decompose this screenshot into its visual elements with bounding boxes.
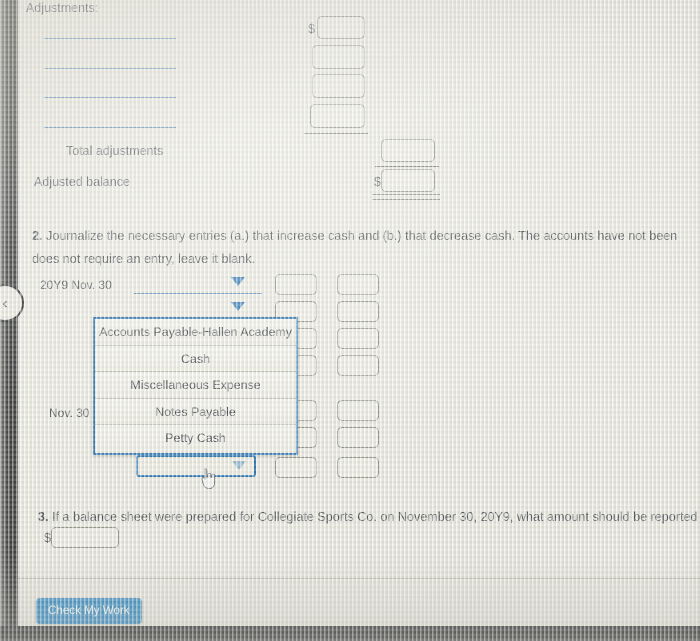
adjustment-select-line-3[interactable] (44, 97, 176, 98)
adjustment-select-line-1[interactable] (44, 38, 176, 39)
adjustment-select-line-4[interactable] (44, 127, 176, 128)
journal-credit-input-2[interactable] (337, 301, 379, 322)
adjusted-balance-currency-symbol: $ (374, 175, 381, 189)
question2-text: Journalize the necessary entries (a.) th… (46, 229, 678, 243)
journal-row1-account-select[interactable] (134, 293, 262, 294)
journal-credit-input-1[interactable] (337, 274, 379, 295)
adjustment-amount-input-3[interactable] (312, 74, 365, 98)
account-dropdown-list[interactable]: Accounts Payable-Hallen Academy Cash Mis… (93, 317, 298, 455)
chevron-left-icon: ‹ (2, 294, 8, 312)
chevron-down-icon[interactable] (231, 277, 245, 286)
journal-debit-input-7[interactable] (275, 457, 317, 478)
journal-credit-input-6[interactable] (337, 427, 379, 448)
dropdown-option[interactable]: Accounts Payable-Hallen Academy (95, 319, 296, 346)
dropdown-option[interactable]: Miscellaneous Expense (95, 372, 296, 399)
chevron-down-icon[interactable] (231, 302, 245, 311)
question3-text: If a balance sheet were prepared for Col… (52, 510, 698, 524)
footer-divider (0, 578, 700, 579)
question2-text-line2: does not require an entry, leave it blan… (32, 252, 256, 266)
dropdown-option[interactable]: Petty Cash (95, 425, 296, 452)
journal-row1-date: 20Y9 Nov. 30 (40, 278, 112, 292)
journal-credit-input-7[interactable] (337, 457, 379, 478)
journal-credit-input-4[interactable] (337, 355, 379, 376)
adjustment-select-line-2[interactable] (44, 68, 176, 69)
question2-number: 2. (32, 229, 43, 243)
dropdown-option[interactable]: Notes Payable (95, 398, 296, 426)
adjustment-amount-input-2[interactable] (312, 45, 365, 69)
adjusted-balance-double-rule (372, 194, 440, 200)
total-adjustments-label: Total adjustments (66, 144, 164, 158)
journal-credit-input-3[interactable] (337, 328, 379, 349)
question3-currency-symbol: $ (44, 531, 51, 545)
dropdown-option[interactable]: Cash (95, 345, 296, 373)
journal-row2-account-select[interactable] (136, 455, 256, 477)
adjustment-amount-input-4[interactable] (310, 104, 365, 128)
journal-debit-input-1[interactable] (275, 274, 317, 295)
journal-row2-date: Nov. 30 (49, 406, 90, 420)
adjustments-heading: Adjustments: (26, 1, 99, 15)
check-my-work-button[interactable]: Check My Work (36, 598, 142, 624)
adjustments-subtotal-rule (304, 133, 368, 134)
adjustments-currency-symbol: $ (308, 22, 315, 36)
question3-answer-input[interactable] (51, 527, 119, 548)
total-adjustments-input[interactable] (381, 139, 435, 162)
screenshot-root: Adjustments: Total adjustments Adjusted … (0, 0, 700, 641)
journal-credit-input-5[interactable] (337, 400, 379, 421)
adjustment-amount-input-1[interactable] (317, 16, 365, 39)
question3-number: 3. (38, 510, 49, 524)
adjusted-balance-label: Adjusted balance (34, 175, 130, 189)
total-adjustments-rule (375, 166, 439, 167)
monitor-bezel-bottom (0, 626, 700, 641)
adjusted-balance-input[interactable] (381, 169, 435, 192)
